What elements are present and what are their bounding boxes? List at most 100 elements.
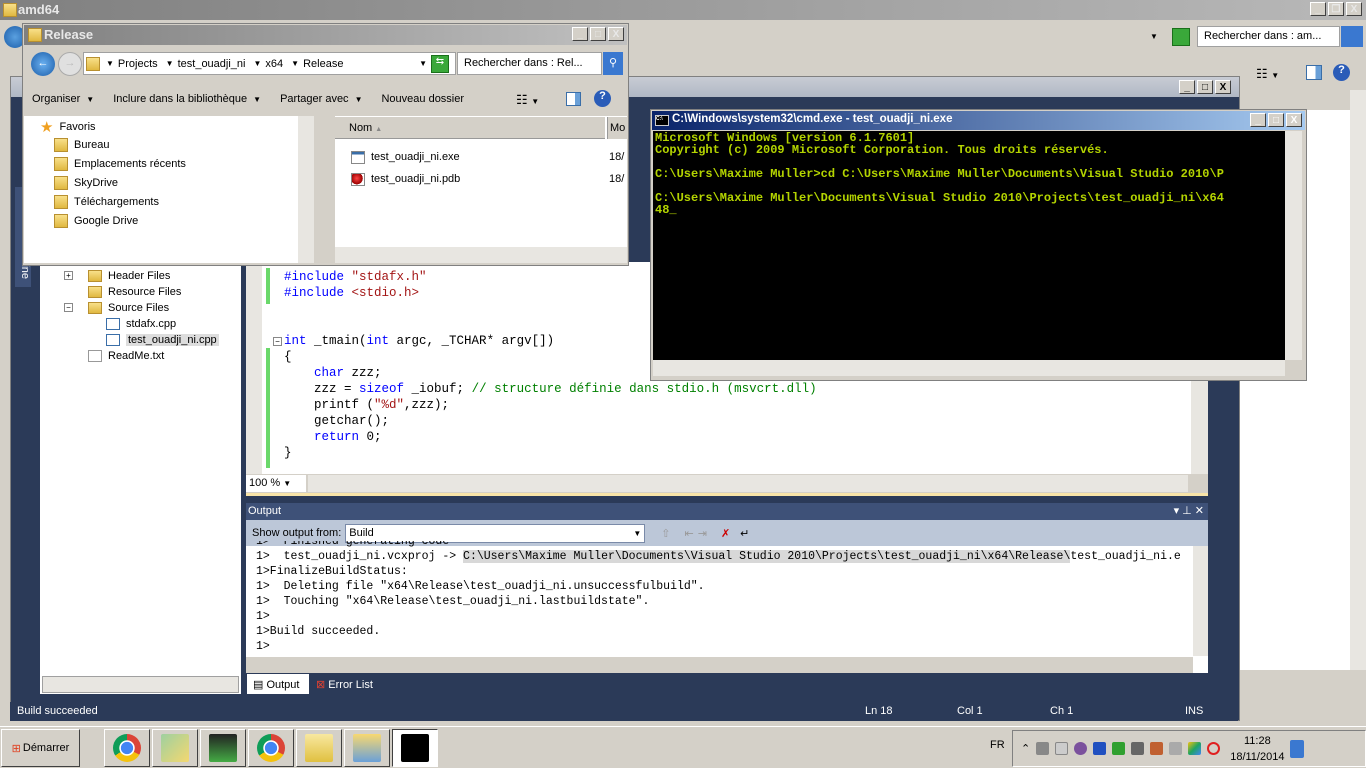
close-button[interactable]: X [1215,80,1231,94]
console-output[interactable]: Microsoft Windows [version 6.1.7601] Copy… [653,131,1285,360]
breadcrumb-item[interactable]: test_ouadji_ni [178,58,246,70]
close-button[interactable]: X [1286,113,1302,127]
prev-message-icon[interactable]: ⇤ [685,527,694,540]
vertical-scrollbar[interactable] [1193,546,1208,656]
viber-icon[interactable] [1074,742,1088,755]
breadcrumb-item[interactable]: x64 [265,58,283,70]
file-row[interactable]: test_ouadji_ni.pdb 18/ [351,168,627,190]
bg-search-input[interactable]: Rechercher dans : am... [1197,26,1340,47]
help-icon[interactable]: ? [594,90,611,107]
expand-toggle[interactable]: + [64,271,73,280]
address-bar[interactable]: ▼ Projects ▼ test_ouadji_ni ▼ x64 ▼ Release ▼ [83,52,456,75]
power-icon[interactable] [1169,742,1183,755]
solution-item[interactable]: test_ouadji_ni.cpp [60,332,219,348]
horizontal-scrollbar[interactable] [246,657,1193,673]
nav-item[interactable]: Bureau [54,135,186,154]
solution-item[interactable]: Resource Files [60,284,219,300]
google-drive-icon[interactable] [1188,742,1202,755]
volume-icon[interactable] [1150,742,1164,755]
release-titlebar[interactable]: Release _ □ X [24,25,627,45]
collapse-toggle[interactable]: − [273,337,282,346]
address-dropdown-icon[interactable]: ▼ [419,59,427,68]
search-icon[interactable] [1341,26,1363,47]
file-hscrollbar[interactable] [335,247,627,263]
goto-location-icon[interactable]: ⇧ [661,527,670,540]
breadcrumb-arrow-icon[interactable]: ▼ [166,59,174,68]
taskbar-app-chrome[interactable] [104,729,150,767]
file-row[interactable]: test_ouadji_ni.exe 18/ [351,146,627,168]
show-desktop-button[interactable] [1290,739,1305,758]
muted-icon[interactable] [1207,742,1221,755]
maximize-button[interactable]: □ [1197,80,1213,94]
toolbar-button[interactable]: Nouveau dossier [381,93,464,105]
taskbar-app-paint-app[interactable] [296,729,342,767]
start-button[interactable]: ⊞ Démarrer [1,729,80,767]
tab-output[interactable]: ▤ Output [247,674,309,694]
nav-item[interactable]: Téléchargements [54,192,186,211]
flag-icon[interactable] [1055,742,1069,755]
show-hidden-icons[interactable]: ⌃ [1021,742,1030,755]
clear-all-icon[interactable]: ✗ [721,527,730,540]
column-header-name[interactable]: Nom ▲ [335,117,605,139]
taskbar-app-explorer[interactable] [344,729,390,767]
solution-item[interactable]: − Source Files [60,300,219,316]
close-button[interactable]: X [608,27,624,41]
dropdown-arrow-icon[interactable]: ▼ [1150,30,1158,42]
nav-scrollbar[interactable] [298,116,314,263]
view-options-icon[interactable]: ☷ ▼ [1256,66,1279,82]
minimize-button[interactable]: _ [572,27,588,41]
maximize-button[interactable]: □ [1268,113,1284,127]
close-button[interactable]: X [1346,2,1362,16]
solution-item[interactable]: stdafx.cpp [60,316,219,332]
taskbar-app-cmd[interactable] [392,729,438,767]
breadcrumb-item[interactable]: Release [303,58,343,70]
search-input[interactable]: Rechercher dans : Rel... [457,52,602,75]
solution-item[interactable]: + Header Files [60,268,219,284]
output-source-dropdown[interactable]: Build ▼ [345,523,646,543]
taskbar-app-chrome[interactable] [248,729,294,767]
minimize-button[interactable]: _ [1250,113,1266,127]
device-icon[interactable] [1131,742,1145,755]
panel-controls[interactable]: ▾ ⊥ ✕ [1174,504,1204,517]
output-text[interactable]: 1> Finished generating code 1> test_ouad… [256,541,1186,655]
language-indicator[interactable]: FR [990,739,1005,751]
breadcrumb-arrow-icon[interactable]: ▼ [253,59,261,68]
breadcrumb-item[interactable]: Projects [118,58,158,70]
refresh-button[interactable] [1172,28,1190,46]
help-icon[interactable]: ? [1333,64,1350,81]
forward-button[interactable]: → [58,52,82,76]
maximize-button[interactable]: □ [590,27,606,41]
breadcrumb-arrow-icon[interactable]: ▼ [106,59,114,68]
safely-remove-icon[interactable] [1112,742,1126,755]
restore-button[interactable]: ❐ [1328,2,1344,16]
search-icon[interactable]: ⚲ [603,52,623,75]
view-options-icon[interactable]: ☷ ▼ [516,92,539,108]
cmd-vscrollbar[interactable] [1285,131,1302,360]
cmd-titlebar[interactable]: C:\ C:\Windows\system32\cmd.exe - test_o… [652,111,1305,130]
clock[interactable]: 11:28 18/11/2014 [1230,733,1284,765]
horizontal-scrollbar[interactable] [42,676,239,693]
bluetooth-icon[interactable] [1093,742,1107,755]
preview-pane-icon[interactable] [1306,65,1322,80]
toolbar-button[interactable]: Organiser ▼ [32,93,94,105]
word-wrap-icon[interactable]: ↵ [740,527,749,540]
bg-explorer-titlebar[interactable]: amd64 _ ❐ X [0,0,1366,20]
nav-item[interactable]: Google Drive [54,211,186,230]
next-message-icon[interactable]: ⇥ [698,527,707,540]
horizontal-scrollbar[interactable] [308,475,1188,492]
refresh-button[interactable]: ⇆ [431,55,449,73]
preview-pane-icon[interactable] [566,92,581,106]
nav-favorites[interactable]: Favoris [59,121,95,133]
minimize-button[interactable]: _ [1179,80,1195,94]
toolbar-button[interactable]: Partager avec ▼ [280,93,362,105]
nav-item[interactable]: Emplacements récents [54,154,186,173]
toolbar-button[interactable]: Inclure dans la bibliothèque ▼ [113,93,261,105]
bg-scrollbar[interactable] [1350,90,1366,670]
back-button[interactable]: ← [31,52,55,76]
cmd-hscrollbar[interactable] [653,360,1285,376]
network-icon[interactable] [1036,742,1050,755]
minimize-button[interactable]: _ [1310,2,1326,16]
zoom-dropdown[interactable]: 100 % ▼ [246,475,306,492]
taskbar-app-folders[interactable] [152,729,198,767]
breadcrumb-arrow-icon[interactable]: ▼ [291,59,299,68]
